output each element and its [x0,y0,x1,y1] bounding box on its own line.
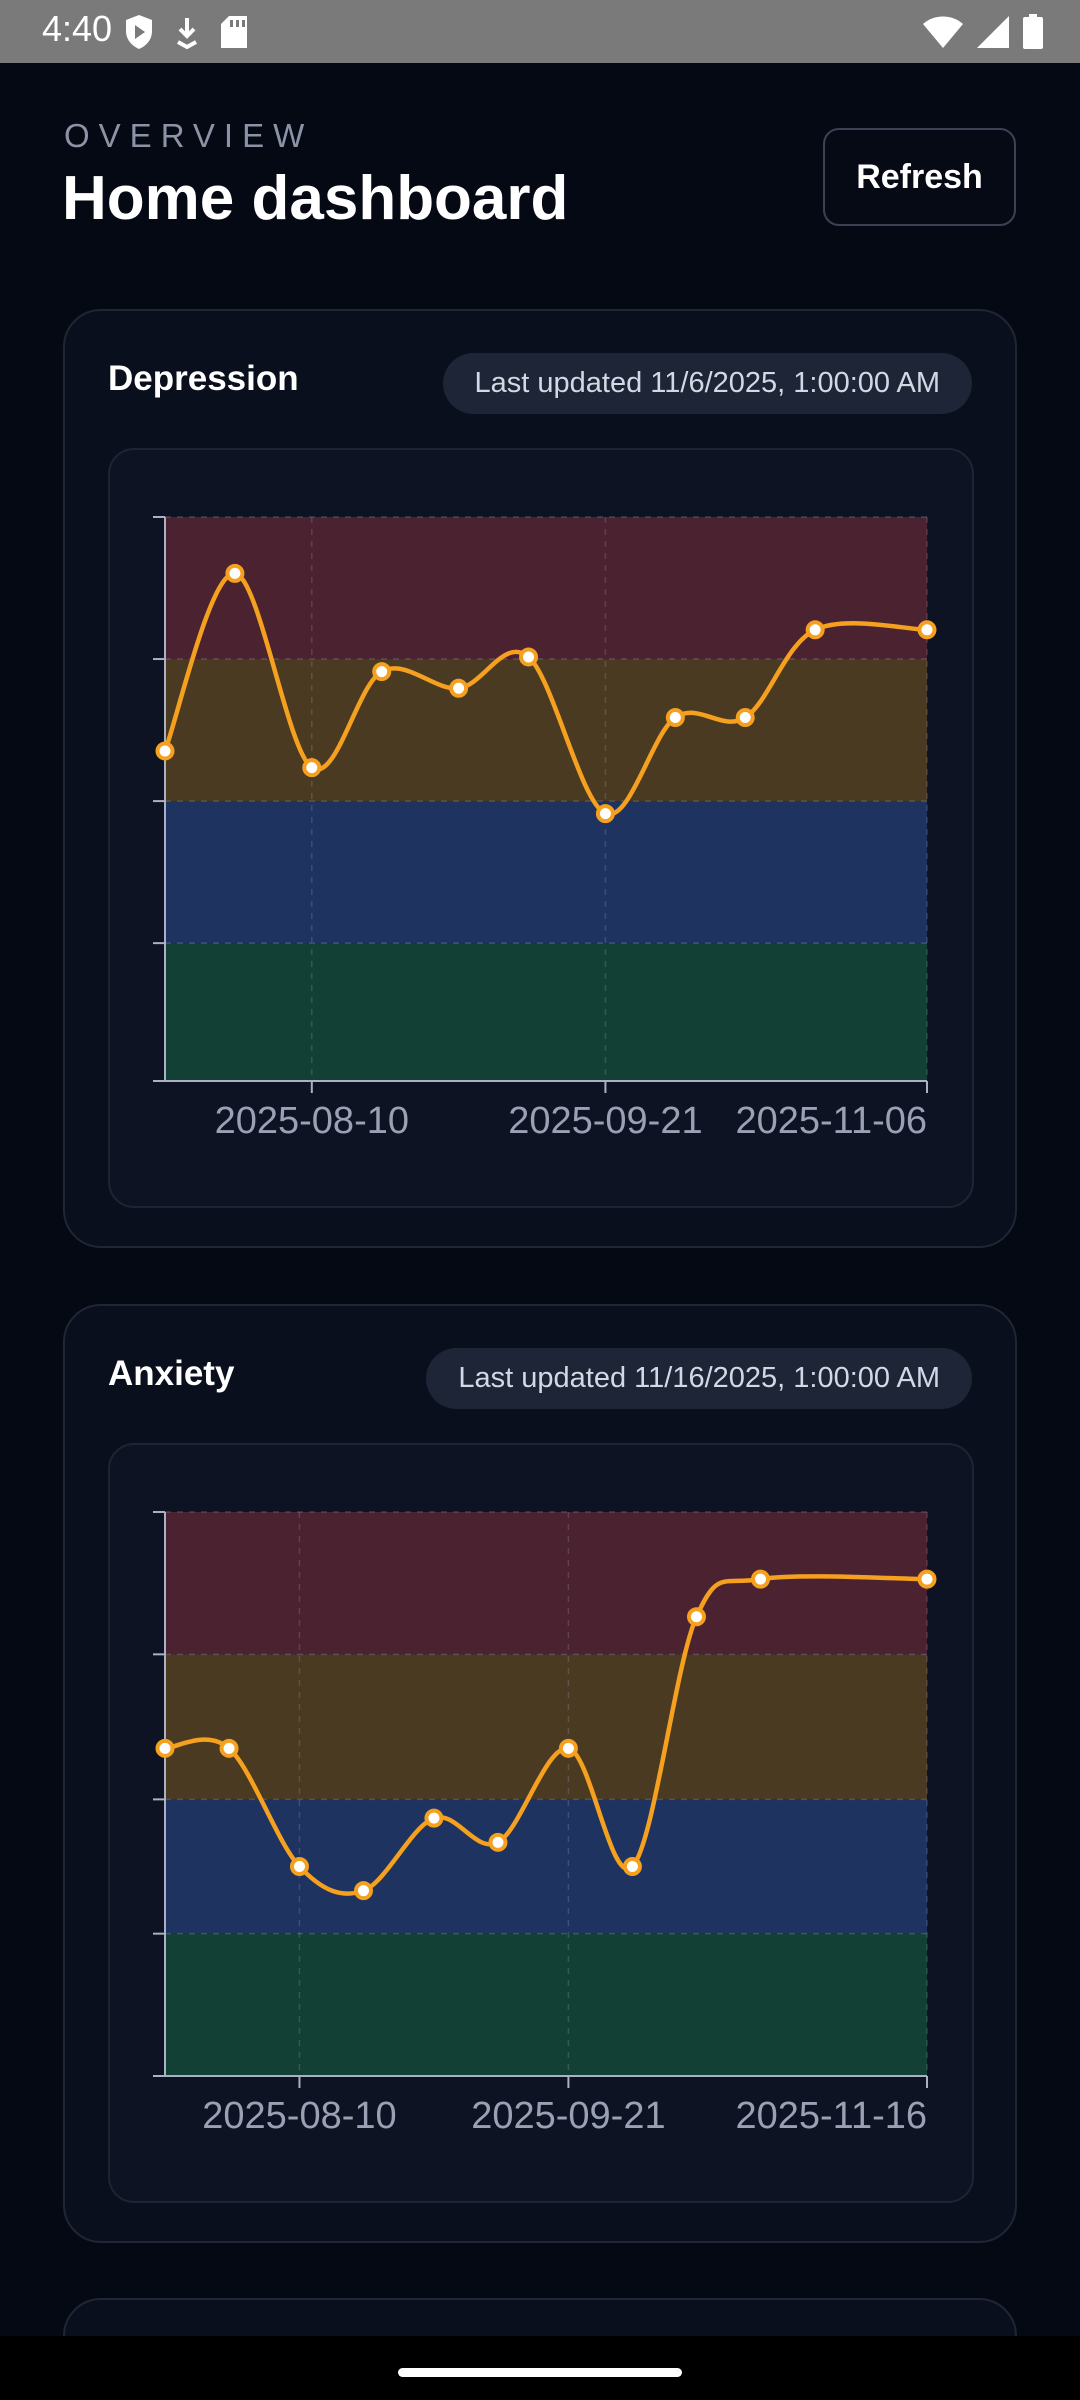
download-icon [174,15,200,49]
severity-band [165,1933,927,2076]
depression-card: Depression Last updated 11/6/2025, 1:00:… [63,309,1017,1248]
wifi-icon [922,15,964,49]
status-time: 4:40 [42,8,113,49]
x-tick-label: 2025-11-16 [735,2095,927,2137]
x-tick-label: 2025-09-21 [471,2095,665,2137]
data-point [155,1738,175,1758]
data-point [519,647,539,667]
dashboard-content[interactable]: OVERVIEW Home dashboard Refresh Depressi… [0,63,1080,2336]
severity-band [165,943,927,1081]
status-bar: 4:40 [0,0,1080,63]
last-updated-badge: Last updated 11/16/2025, 1:00:00 AM [426,1348,972,1409]
data-point [622,1857,642,1877]
data-point [735,708,755,728]
status-left-icons [124,12,248,52]
data-point [219,1738,239,1758]
data-point [372,662,392,682]
battery-icon [1022,14,1044,50]
anxiety-chart[interactable]: 2025-08-10 2025-09-21 2025-11-16 [110,1445,976,2205]
data-point [449,678,469,698]
data-point [354,1881,374,1901]
data-point [155,741,175,761]
page-title: Home dashboard [62,164,569,233]
status-right-icons [922,12,1044,52]
severity-band [165,1799,927,1934]
next-card [63,2298,1017,2336]
data-point [289,1857,309,1877]
page-eyebrow: OVERVIEW [64,117,314,154]
data-point [488,1832,508,1852]
sd-card-icon [220,15,248,49]
data-point [225,563,245,583]
cellular-signal-icon [976,15,1010,49]
data-point [302,758,322,778]
data-point [665,708,685,728]
x-tick-label: 2025-09-21 [508,1100,702,1142]
depression-chart[interactable]: 2025-08-10 2025-09-21 2025-11-06 [110,450,976,1210]
data-point [595,804,615,824]
data-point [751,1569,771,1589]
x-tick-label: 2025-11-06 [735,1100,927,1142]
severity-band [165,801,927,944]
data-point [917,1569,937,1589]
data-point [558,1738,578,1758]
refresh-button[interactable]: Refresh [823,128,1016,226]
home-indicator[interactable] [398,2368,682,2377]
x-tick-label: 2025-08-10 [202,2095,396,2137]
anxiety-chart-panel: 2025-08-10 2025-09-21 2025-11-16 [108,1443,974,2203]
depression-chart-panel: 2025-08-10 2025-09-21 2025-11-06 [108,448,974,1208]
data-point [424,1808,444,1828]
x-tick-label: 2025-08-10 [215,1100,409,1142]
severity-band [165,1512,927,1655]
data-point [917,620,937,640]
card-title: Depression [108,359,299,398]
anxiety-card: Anxiety Last updated 11/16/2025, 1:00:00… [63,1304,1017,2243]
data-point [686,1607,706,1627]
card-title: Anxiety [108,1354,235,1393]
shield-icon [124,14,154,50]
last-updated-badge: Last updated 11/6/2025, 1:00:00 AM [442,353,972,414]
data-point [805,620,825,640]
severity-band [165,1654,927,1800]
